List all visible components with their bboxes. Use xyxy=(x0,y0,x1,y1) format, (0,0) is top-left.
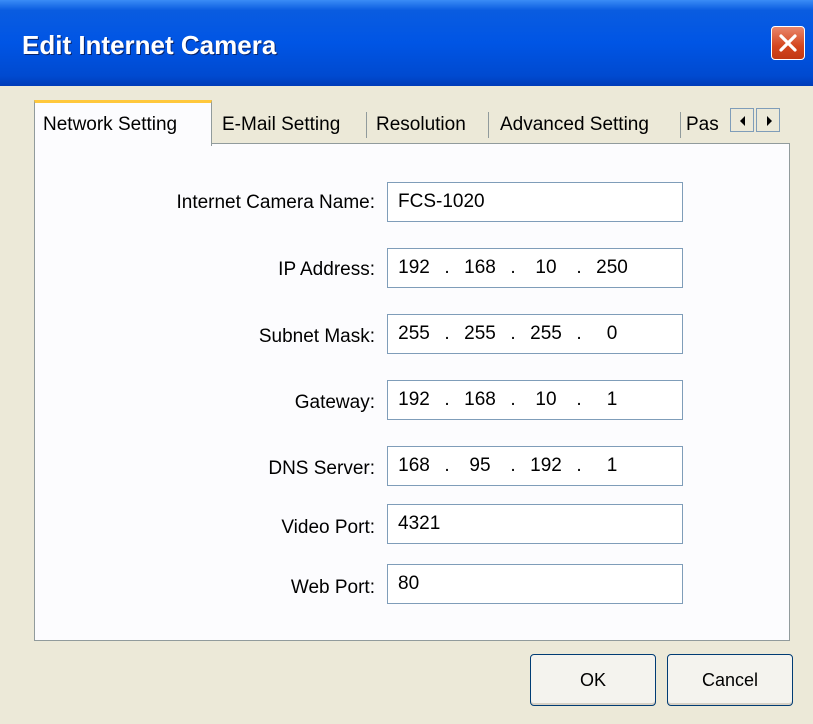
gateway-octet-2[interactable]: 168 xyxy=(454,389,506,411)
title-bar: Edit Internet Camera xyxy=(0,0,813,86)
gateway-separator: . xyxy=(444,389,450,410)
close-icon xyxy=(779,34,797,52)
ip-address-field[interactable]: 192 . 168 . 10 . 250 xyxy=(387,248,683,288)
gateway-octet-4[interactable]: 1 xyxy=(586,389,638,411)
gateway-octet-3[interactable]: 10 xyxy=(520,389,572,411)
subnet-separator: . xyxy=(510,323,516,344)
dns-server-label: DNS Server: xyxy=(268,458,375,479)
network-setting-panel: Internet Camera Name: FCS-1020 IP Addres… xyxy=(34,143,790,641)
tab-advanced-setting[interactable]: Advanced Setting xyxy=(492,108,692,142)
tab-network-setting[interactable]: Network Setting xyxy=(34,100,212,146)
web-port-label: Web Port: xyxy=(290,577,375,598)
dns-octet-3[interactable]: 192 xyxy=(520,455,572,477)
dns-octet-4[interactable]: 1 xyxy=(586,455,638,477)
ip-separator: . xyxy=(510,257,516,278)
subnet-separator: . xyxy=(444,323,450,344)
tab-password[interactable]: Pas xyxy=(682,108,730,142)
dns-separator: . xyxy=(576,455,582,476)
tab-divider xyxy=(488,112,489,138)
ip-octet-2[interactable]: 168 xyxy=(454,257,506,279)
cancel-button[interactable]: Cancel xyxy=(667,654,793,706)
subnet-octet-1[interactable]: 255 xyxy=(388,323,440,345)
camera-name-label: Internet Camera Name: xyxy=(176,192,375,213)
tab-strip: Network Setting E-Mail Setting Resolutio… xyxy=(0,86,813,146)
subnet-separator: . xyxy=(576,323,582,344)
ip-octet-4[interactable]: 250 xyxy=(586,257,638,279)
gateway-separator: . xyxy=(576,389,582,410)
dns-server-field[interactable]: 168 . 95 . 192 . 1 xyxy=(387,446,683,486)
ip-separator: . xyxy=(444,257,450,278)
tab-email-setting[interactable]: E-Mail Setting xyxy=(214,108,380,142)
dialog-body: Network Setting E-Mail Setting Resolutio… xyxy=(0,86,813,724)
tab-scroll-left-button[interactable] xyxy=(730,108,754,132)
tab-divider xyxy=(366,112,367,138)
subnet-octet-4[interactable]: 0 xyxy=(586,323,638,345)
subnet-mask-label: Subnet Mask: xyxy=(258,326,375,347)
ip-address-label: IP Address: xyxy=(278,259,375,280)
window-title: Edit Internet Camera xyxy=(22,30,277,60)
close-button[interactable] xyxy=(771,26,805,60)
subnet-octet-3[interactable]: 255 xyxy=(520,323,572,345)
web-port-field[interactable]: 80 xyxy=(387,564,683,604)
ip-separator: . xyxy=(576,257,582,278)
camera-name-field[interactable]: FCS-1020 xyxy=(387,182,683,222)
arrow-right-icon xyxy=(767,116,772,126)
subnet-octet-2[interactable]: 255 xyxy=(454,323,506,345)
dns-separator: . xyxy=(510,455,516,476)
video-port-label: Video Port: xyxy=(281,517,375,538)
dns-octet-2[interactable]: 95 xyxy=(454,455,506,477)
gateway-field[interactable]: 192 . 168 . 10 . 1 xyxy=(387,380,683,420)
ip-octet-3[interactable]: 10 xyxy=(520,257,572,279)
tab-divider xyxy=(680,112,681,138)
gateway-label: Gateway: xyxy=(294,392,375,413)
ok-button[interactable]: OK xyxy=(530,654,656,706)
tab-scroll-right-button[interactable] xyxy=(756,108,780,132)
arrow-left-icon xyxy=(740,116,745,126)
gateway-octet-1[interactable]: 192 xyxy=(388,389,440,411)
tab-resolution[interactable]: Resolution xyxy=(368,108,500,142)
ip-octet-1[interactable]: 192 xyxy=(388,257,440,279)
subnet-mask-field[interactable]: 255 . 255 . 255 . 0 xyxy=(387,314,683,354)
gateway-separator: . xyxy=(510,389,516,410)
video-port-field[interactable]: 4321 xyxy=(387,504,683,544)
dns-separator: . xyxy=(444,455,450,476)
dns-octet-1[interactable]: 168 xyxy=(388,455,440,477)
